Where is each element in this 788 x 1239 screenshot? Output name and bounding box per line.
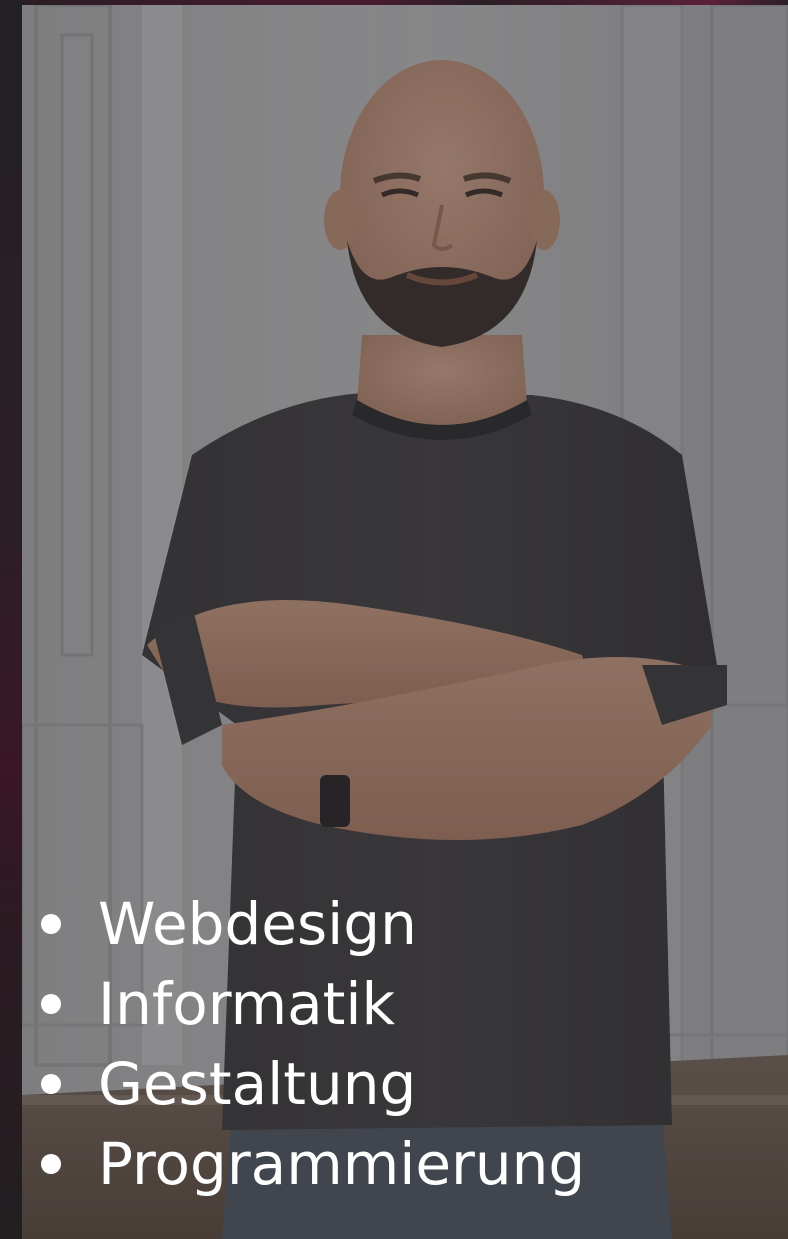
list-item: Programmierung xyxy=(41,1124,586,1204)
bullet-icon xyxy=(41,914,61,934)
list-item: Webdesign xyxy=(41,884,585,964)
list-item: Informatik xyxy=(41,964,585,1044)
bullet-icon xyxy=(41,1074,61,1094)
skill-label: Webdesign xyxy=(98,890,417,958)
left-background-strip xyxy=(0,0,22,1239)
list-item: Gestaltung xyxy=(41,1044,585,1124)
bullet-icon xyxy=(41,994,61,1014)
skill-label: Programmierung xyxy=(98,1130,586,1198)
skill-label: Informatik xyxy=(98,970,396,1038)
skills-list: Webdesign Informatik Gestaltung Programm… xyxy=(41,884,586,1204)
page: Webdesign Informatik Gestaltung Programm… xyxy=(0,0,788,1239)
bullet-icon xyxy=(41,1154,61,1174)
skill-label: Gestaltung xyxy=(98,1050,417,1118)
